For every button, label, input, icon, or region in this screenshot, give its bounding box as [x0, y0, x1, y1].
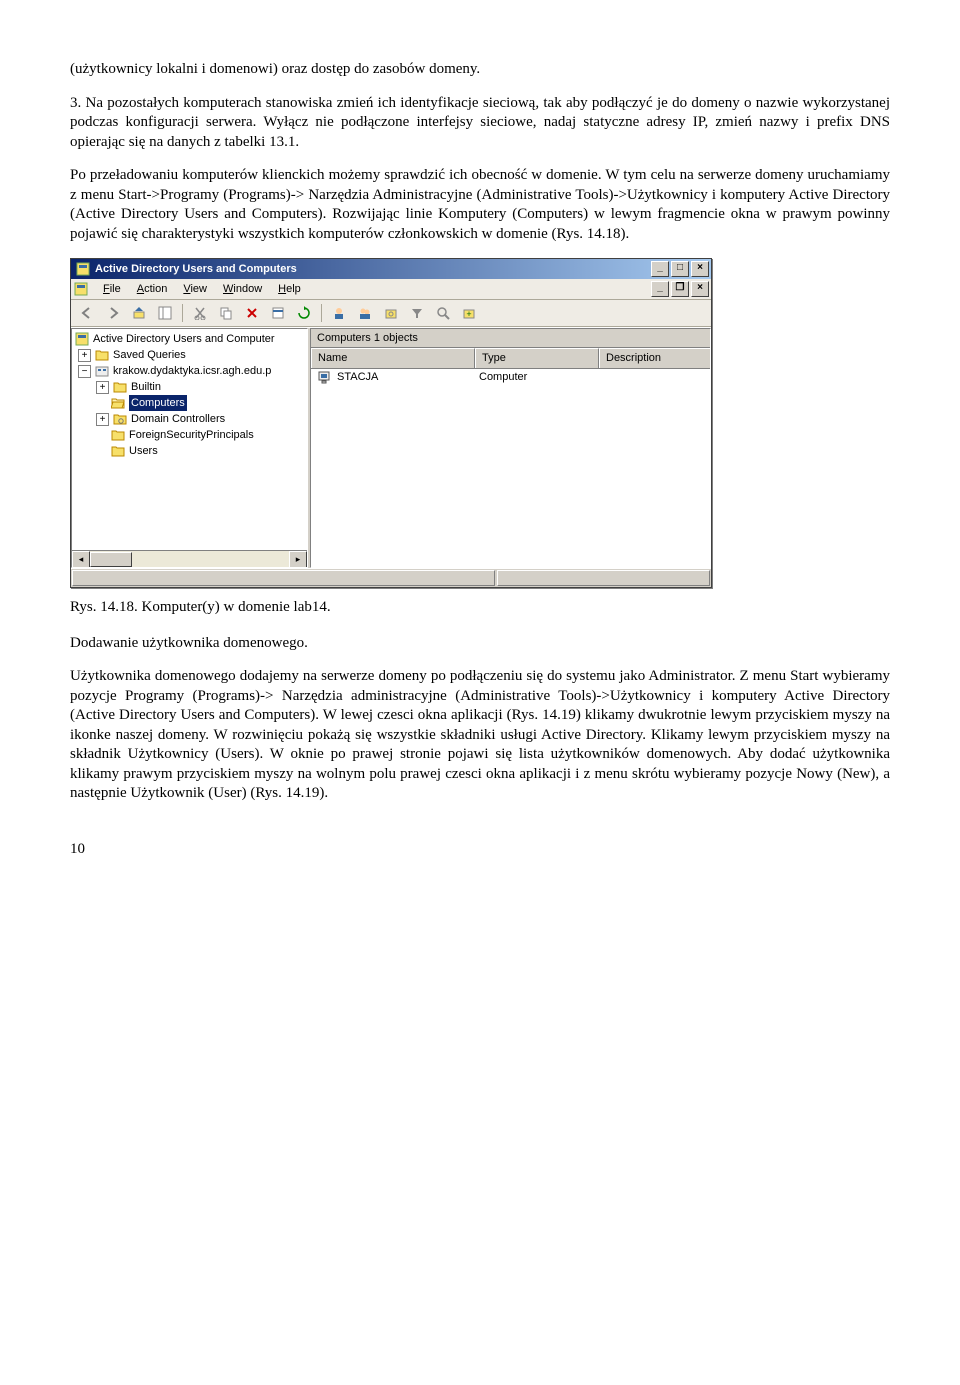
aduc-window: Active Directory Users and Computers _ □… — [70, 258, 712, 588]
page-number: 10 — [70, 840, 890, 860]
forward-button[interactable] — [101, 301, 125, 325]
list-row[interactable]: STACJA Computer — [311, 369, 710, 387]
paragraph: 3. Na pozostałych komputerach stanowiska… — [70, 94, 890, 153]
list-pane[interactable]: Computers 1 objects Name Type Descriptio… — [310, 328, 711, 568]
computer-icon — [317, 371, 333, 385]
scroll-right-button[interactable]: ▸ — [289, 551, 307, 568]
child-close-button[interactable]: × — [691, 281, 709, 297]
expand-icon[interactable]: + — [96, 413, 109, 426]
expand-icon[interactable]: + — [78, 349, 91, 362]
statusbar — [71, 568, 711, 587]
paragraph: Dodawanie użytkownika domenowego. — [70, 634, 890, 654]
column-type[interactable]: Type — [475, 348, 599, 367]
close-button[interactable]: × — [691, 261, 709, 277]
new-user-button[interactable] — [327, 301, 351, 325]
aduc-root-icon — [74, 331, 90, 347]
status-pane — [497, 570, 710, 586]
tree-domain-controllers[interactable]: + Domain Controllers — [74, 411, 307, 427]
aduc-icon — [75, 261, 91, 277]
show-hide-tree-button[interactable] — [153, 301, 177, 325]
new-group-button[interactable] — [353, 301, 377, 325]
scroll-track[interactable] — [90, 551, 289, 567]
list-cell-type: Computer — [473, 370, 595, 384]
titlebar[interactable]: Active Directory Users and Computers _ □… — [71, 259, 711, 279]
maximize-button[interactable]: □ — [671, 261, 689, 277]
cut-button[interactable] — [188, 301, 212, 325]
add-to-group-button[interactable]: + — [457, 301, 481, 325]
list-info-bar: Computers 1 objects — [311, 329, 710, 348]
window-title: Active Directory Users and Computers — [95, 262, 651, 276]
tree-builtin[interactable]: + Builtin — [74, 379, 307, 395]
folder-icon — [110, 443, 126, 459]
tree-saved-queries[interactable]: + Saved Queries — [74, 347, 307, 363]
up-button[interactable] — [127, 301, 151, 325]
child-minimize-button[interactable]: _ — [651, 281, 669, 297]
menubar: File Action View Window Help _ ❐ × — [71, 279, 711, 300]
tree-horizontal-scrollbar[interactable]: ◂ ▸ — [72, 550, 307, 567]
tree-users[interactable]: Users — [74, 443, 307, 459]
toolbar-separator — [321, 304, 322, 322]
tree-pane[interactable]: Active Directory Users and Computer + Sa… — [71, 328, 308, 568]
folder-icon — [94, 347, 110, 363]
status-pane — [72, 570, 495, 586]
paragraph: (użytkownicy lokalni i domenowi) oraz do… — [70, 60, 890, 80]
folder-icon — [110, 427, 126, 443]
folder-icon — [112, 379, 128, 395]
tree-fsp[interactable]: ForeignSecurityPrincipals — [74, 427, 307, 443]
menu-window[interactable]: Window — [215, 280, 270, 298]
toolbar: + — [71, 300, 711, 327]
filter-button[interactable] — [405, 301, 429, 325]
tree-domain[interactable]: − krakow.dydaktyka.icsr.agh.edu.p — [74, 363, 307, 379]
column-name[interactable]: Name — [311, 348, 475, 367]
ou-icon — [112, 411, 128, 427]
scroll-thumb[interactable] — [90, 552, 132, 567]
copy-button[interactable] — [214, 301, 238, 325]
child-restore-button[interactable]: ❐ — [671, 281, 689, 297]
paragraph: Użytkownika domenowego dodajemy na serwe… — [70, 667, 890, 804]
expand-icon[interactable]: + — [96, 381, 109, 394]
refresh-button[interactable] — [292, 301, 316, 325]
aduc-small-icon — [73, 281, 89, 297]
properties-button[interactable] — [266, 301, 290, 325]
menu-file[interactable]: File — [95, 280, 129, 298]
svg-text:+: + — [466, 309, 471, 319]
list-header[interactable]: Name Type Description — [311, 348, 710, 368]
paragraph: Po przeładowaniu komputerów klienckich m… — [70, 166, 890, 244]
toolbar-separator — [182, 304, 183, 322]
client-area: Active Directory Users and Computer + Sa… — [71, 327, 711, 568]
menu-action[interactable]: Action — [129, 280, 176, 298]
menu-help[interactable]: Help — [270, 280, 309, 298]
figure-caption: Rys. 14.18. Komputer(y) w domenie lab14. — [70, 598, 890, 618]
tree-computers[interactable]: Computers — [74, 395, 307, 411]
folder-open-icon — [110, 395, 126, 411]
minimize-button[interactable]: _ — [651, 261, 669, 277]
menu-view[interactable]: View — [175, 280, 215, 298]
list-body[interactable]: STACJA Computer — [311, 369, 710, 567]
new-ou-button[interactable] — [379, 301, 403, 325]
scroll-left-button[interactable]: ◂ — [72, 551, 90, 568]
delete-button[interactable] — [240, 301, 264, 325]
list-cell-name: STACJA — [337, 370, 378, 384]
collapse-icon[interactable]: − — [78, 365, 91, 378]
back-button[interactable] — [75, 301, 99, 325]
domain-icon — [94, 363, 110, 379]
tree-root[interactable]: Active Directory Users and Computer — [74, 331, 307, 347]
column-description[interactable]: Description — [599, 348, 710, 367]
find-button[interactable] — [431, 301, 455, 325]
